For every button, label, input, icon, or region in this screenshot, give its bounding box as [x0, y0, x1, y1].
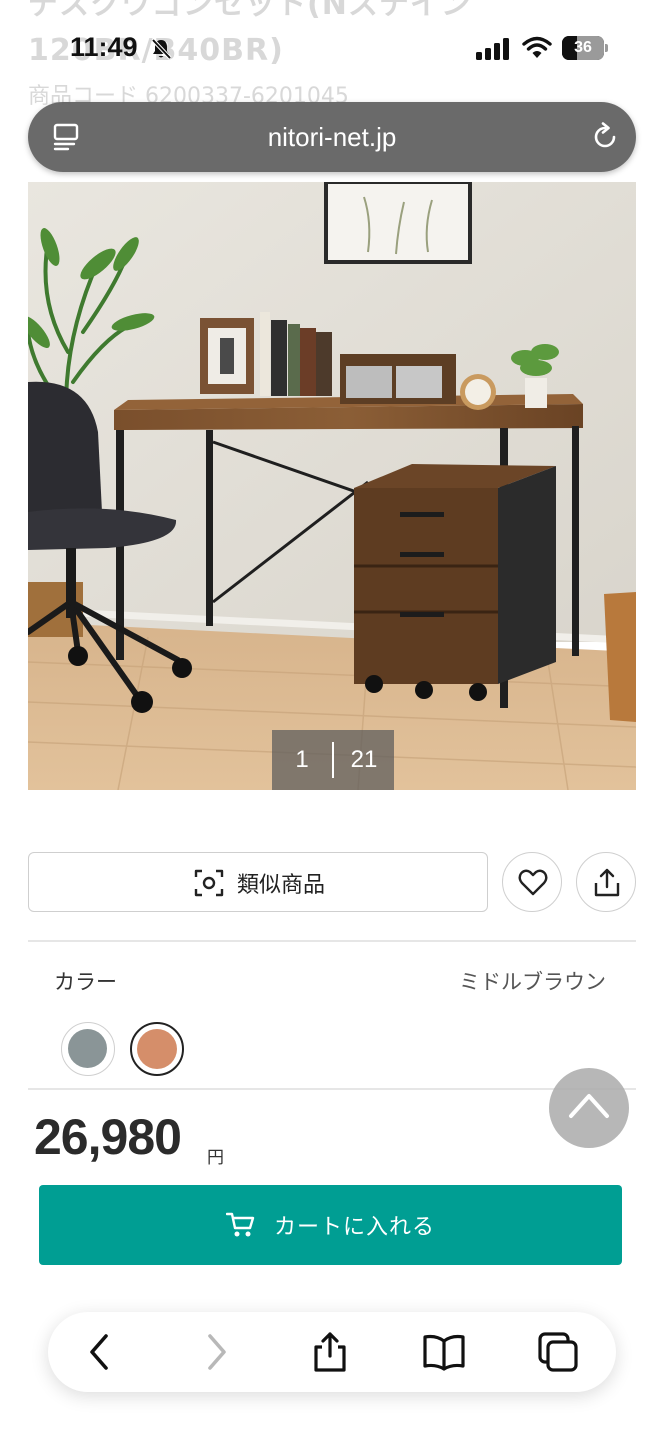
- status-bar: 11:49 36: [0, 0, 664, 98]
- share-icon: [314, 1332, 346, 1372]
- url-text[interactable]: nitori-net.jp: [28, 102, 636, 172]
- color-label: カラー: [54, 970, 117, 994]
- cellular-signal-icon: [476, 38, 509, 60]
- forward-button[interactable]: [194, 1330, 238, 1374]
- back-button[interactable]: [78, 1330, 122, 1374]
- wifi-icon: [522, 36, 552, 58]
- color-swatch-gray[interactable]: [61, 1022, 115, 1076]
- status-time: 11:49: [70, 32, 138, 62]
- chevron-right-icon: [208, 1334, 226, 1370]
- book-icon: [423, 1334, 465, 1371]
- image-counter-current: 1: [295, 746, 309, 773]
- add-to-cart-button[interactable]: カートに入れる: [39, 1185, 622, 1265]
- bell-slash-icon: [151, 38, 172, 60]
- heart-icon: [518, 869, 548, 896]
- swatch-fill: [68, 1029, 107, 1068]
- battery-indicator: 36: [562, 36, 608, 60]
- tabs-icon: [538, 1332, 578, 1372]
- browser-toolbar: [48, 1312, 616, 1392]
- color-swatch-brown[interactable]: [130, 1022, 184, 1076]
- image-counter-total: 21: [350, 746, 378, 773]
- price-amount: 26,980: [34, 1109, 182, 1165]
- cart-icon: [225, 1212, 255, 1237]
- battery-percent: 36: [574, 39, 592, 56]
- favorite-button[interactable]: [502, 852, 562, 912]
- add-to-cart-label: カートに入れる: [273, 1215, 435, 1240]
- address-bar[interactable]: nitori-net.jp: [28, 102, 636, 172]
- selected-color-name: ミドルブラウン: [459, 970, 606, 994]
- chevron-left-icon: [90, 1334, 108, 1370]
- image-scan-icon: [194, 869, 224, 897]
- reload-icon[interactable]: [590, 122, 620, 152]
- similar-products-button[interactable]: 類似商品: [28, 852, 488, 912]
- scroll-to-top-button[interactable]: [549, 1068, 629, 1148]
- tabs-button[interactable]: [536, 1330, 580, 1374]
- section-divider: [28, 940, 636, 942]
- product-image[interactable]: 1 21: [28, 182, 636, 790]
- section-divider: [28, 1088, 636, 1090]
- price-unit: 円: [207, 1148, 224, 1168]
- similar-products-label: 類似商品: [236, 873, 325, 898]
- share-button[interactable]: [576, 852, 636, 912]
- bookmarks-button[interactable]: [422, 1330, 466, 1374]
- toolbar-share-button[interactable]: [308, 1330, 352, 1374]
- chevron-up-icon: [569, 1094, 609, 1118]
- product-photo: [28, 182, 636, 790]
- image-counter: 1 21: [272, 730, 394, 790]
- share-icon: [594, 868, 620, 897]
- swatch-fill: [137, 1029, 177, 1069]
